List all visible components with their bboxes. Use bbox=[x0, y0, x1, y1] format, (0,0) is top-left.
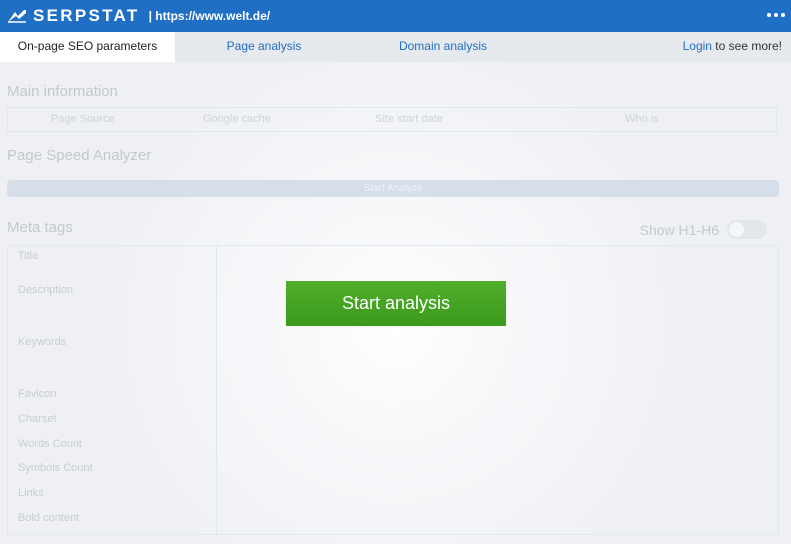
login-suffix: to see more! bbox=[711, 39, 782, 53]
toggle-label: Show H1-H6 bbox=[639, 221, 719, 238]
meta-row-words-count: Words Count bbox=[18, 438, 82, 450]
main-info-title: Main information bbox=[7, 83, 118, 100]
show-headings-toggle-row: Show H1-H6 bbox=[640, 220, 767, 239]
start-analysis-button[interactable]: Start analysis bbox=[286, 281, 506, 326]
meta-row-description: Description bbox=[18, 284, 74, 296]
meta-row-bold-content: Bold content bbox=[18, 512, 80, 524]
tab-on-page-seo[interactable]: On-page SEO parameters bbox=[0, 32, 175, 62]
tab-domain-analysis[interactable]: Domain analysis bbox=[353, 32, 533, 62]
login-prompt: Login to see more! bbox=[683, 32, 782, 60]
who-is-link[interactable]: Who is bbox=[625, 113, 659, 125]
table-divider bbox=[216, 246, 217, 534]
tab-page-analysis[interactable]: Page analysis bbox=[175, 32, 353, 62]
google-cache-link[interactable]: Google cache bbox=[203, 113, 271, 125]
meta-row-symbols-count: Symbols Count bbox=[18, 462, 93, 474]
meta-row-charset: Charset bbox=[18, 413, 57, 425]
serpstat-logo-icon bbox=[8, 10, 26, 23]
content-area: Main information Page Source Google cach… bbox=[0, 62, 791, 544]
meta-row-title: Title bbox=[18, 250, 39, 262]
tab-bar: On-page SEO parameters Page analysis Dom… bbox=[0, 32, 791, 62]
more-menu-icon[interactable] bbox=[767, 8, 785, 22]
brand-name: SERPSTAT bbox=[33, 6, 140, 25]
top-bar: SERPSTAT | https://www.welt.de/ bbox=[0, 0, 791, 32]
page-speed-title: Page Speed Analyzer bbox=[7, 147, 152, 164]
page-source-link[interactable]: Page Source bbox=[51, 113, 115, 125]
logo: SERPSTAT bbox=[7, 6, 140, 26]
site-start-date-link[interactable]: Site start date bbox=[375, 113, 443, 125]
login-link[interactable]: Login bbox=[683, 39, 712, 53]
current-url: | https://www.welt.de/ bbox=[148, 9, 271, 23]
meta-row-favicon: Favicon bbox=[18, 388, 57, 400]
meta-tags-title: Meta tags bbox=[7, 219, 73, 236]
show-h1-h6-toggle[interactable] bbox=[727, 220, 767, 239]
meta-row-keywords: Keywords bbox=[18, 336, 67, 348]
main-info-links: Page Source Google cache Site start date… bbox=[7, 107, 777, 132]
meta-row-links: Links bbox=[18, 487, 44, 499]
start-analyze-button[interactable]: Start Analyze bbox=[7, 180, 779, 197]
